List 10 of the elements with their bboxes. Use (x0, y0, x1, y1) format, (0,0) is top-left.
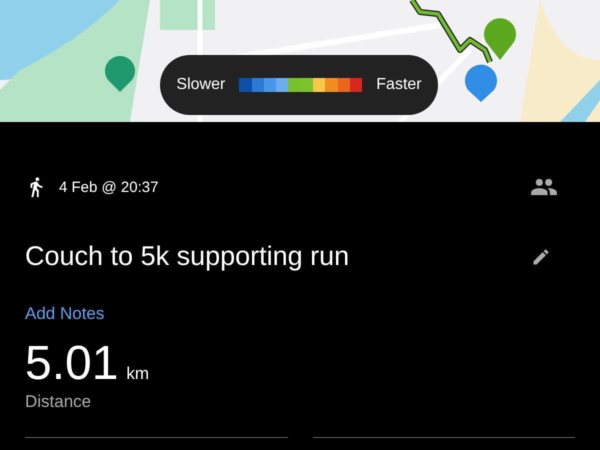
people-icon[interactable] (530, 176, 558, 198)
distance-unit: km (126, 364, 150, 384)
add-notes-link[interactable]: Add Notes (25, 304, 104, 324)
legend-label: Slower (176, 76, 226, 94)
legend-label: Faster (376, 76, 422, 94)
distance-label: Distance (25, 392, 92, 412)
distance-value: 5.01 (25, 338, 118, 390)
activity-title: Couch to 5k supporting run (25, 241, 350, 272)
activity-datetime: 4 Feb @ 20:37 (59, 178, 160, 196)
pencil-icon[interactable] (531, 246, 551, 266)
